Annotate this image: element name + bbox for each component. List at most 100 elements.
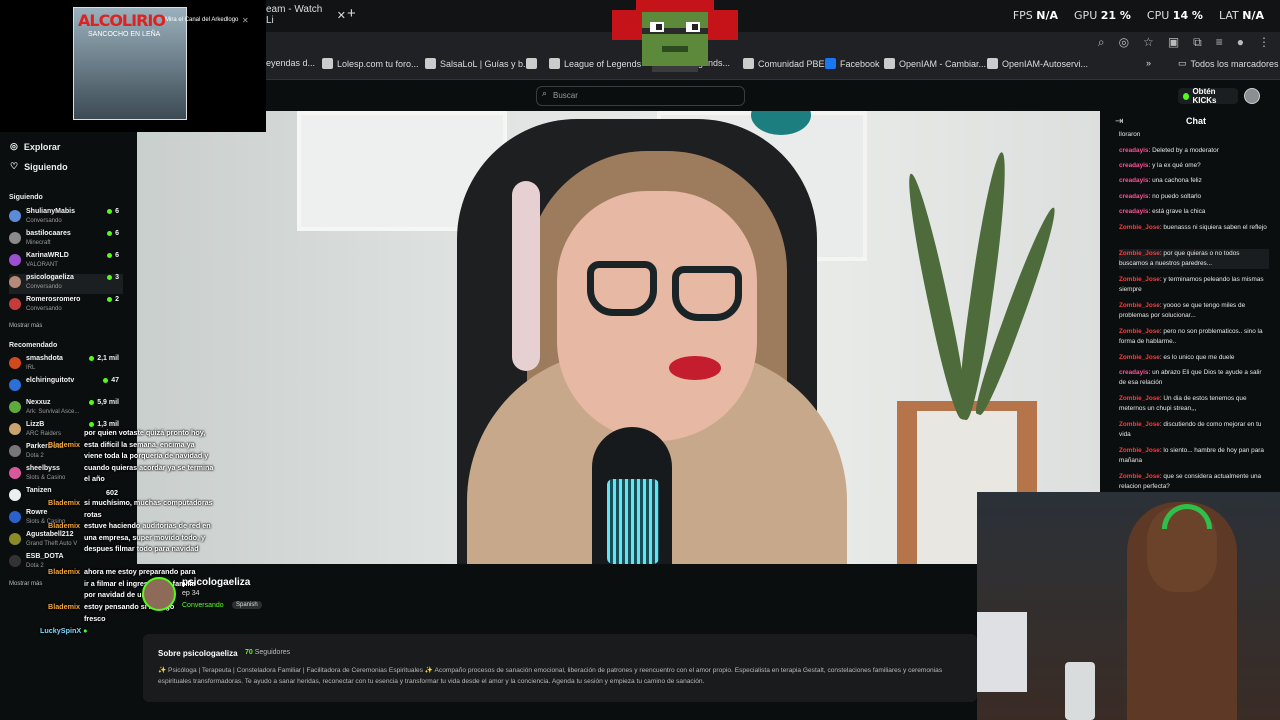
globe-icon [322, 58, 333, 69]
channel-avatar[interactable] [142, 577, 176, 611]
chat-username[interactable]: Zombie_Jose [1119, 354, 1160, 361]
overlay-chat-line: Blademix estoy pensando si lo hago fresco [48, 601, 196, 624]
chat-username[interactable]: creadayis [1119, 193, 1149, 200]
chat-message: Zombie_Jose: y terminamos peleando las m… [1119, 276, 1264, 293]
chat-username[interactable]: Zombie_Jose [1119, 250, 1160, 257]
live-dot-icon [107, 297, 113, 302]
chat-username[interactable]: creadayis [1119, 162, 1149, 169]
viewer-count: 2,1 mil [89, 355, 119, 362]
sidebar-channel[interactable]: Romerosromero Conversando 2 [9, 296, 123, 316]
channel-name[interactable]: psicologaeliza [182, 577, 250, 588]
collapse-chat-icon[interactable]: ⇥ [1115, 116, 1123, 127]
chat-username[interactable]: Zombie_Jose [1119, 276, 1160, 283]
chat-username[interactable]: creadayis [1119, 208, 1149, 215]
bookmark-item[interactable]: Facebook [825, 58, 880, 69]
glasses-lens [672, 266, 742, 321]
close-icon[interactable]: ✕ [337, 9, 346, 22]
close-icon[interactable]: ✕ [242, 16, 249, 25]
headphones [512, 181, 540, 371]
viewer-count-value: 2 [115, 296, 119, 303]
zoom-icon[interactable]: ⌕ [1098, 35, 1105, 50]
followers-count: 70 Seguidores [245, 649, 290, 656]
all-bookmarks[interactable]: ▭ Todos los marcadores [1178, 58, 1279, 69]
followers-label: Seguidores [254, 649, 291, 656]
get-kicks-button[interactable]: Obtén KICKs [1178, 87, 1238, 105]
bookmark-item[interactable]: OpenIAM-Autoservi... [987, 58, 1088, 69]
sidebar-channel[interactable]: bastilocaares Minecraft 6 [9, 230, 123, 250]
album-subtitle: SANCOCHO EN LEÑA [88, 31, 161, 38]
live-dot-icon [107, 209, 113, 214]
chat-username[interactable]: Zombie_Jose [1119, 421, 1160, 428]
chat-username[interactable]: creadayis [1119, 147, 1149, 154]
browser-tab[interactable]: eam - Watch Li ✕ [258, 4, 346, 26]
bookmark-item[interactable] [526, 58, 537, 69]
star-icon[interactable]: ☆ [1143, 35, 1154, 50]
bookmark-item[interactable]: Comunidad PBE [743, 58, 825, 69]
openiam-icon [884, 58, 895, 69]
cam-box [977, 612, 1027, 692]
profile-icon[interactable]: ● [1237, 35, 1244, 50]
channel-avatar [9, 423, 21, 435]
overlay-chat-text: estuve haciendo auditorias de red en una… [84, 521, 211, 553]
chat-username[interactable]: Zombie_Jose [1119, 395, 1160, 402]
about-title: Sobre psicologaeliza [158, 649, 238, 658]
language-badge[interactable]: Spanish [232, 601, 262, 609]
user-avatar[interactable] [1244, 88, 1260, 104]
chat-username[interactable]: creadayis [1119, 177, 1149, 184]
channel-category: IRL [26, 365, 36, 371]
kicks-icon [1183, 92, 1190, 100]
folder-icon: ▭ [1178, 58, 1187, 68]
show-more-recommended[interactable]: Mostrar más [9, 581, 42, 587]
eye-off-icon[interactable]: ◎ [1119, 35, 1129, 50]
sidebar-item-following[interactable]: ♡ Siguiendo [10, 161, 68, 172]
chat-username[interactable]: Zombie_Jose [1119, 328, 1160, 335]
extension-icon[interactable]: ▣ [1168, 35, 1179, 50]
overlay-chat-user: Blademix [48, 498, 80, 507]
search-input[interactable]: Buscar [536, 86, 745, 106]
stream-title: ep 34 [182, 590, 200, 597]
chat-username[interactable]: creadayis [1119, 369, 1149, 376]
viewer-count-value: 5,9 mil [97, 399, 119, 406]
sidebar-channel[interactable]: KarinaWRLD VALORANT 6 [9, 252, 123, 272]
chat-username[interactable]: Zombie_Jose [1119, 302, 1160, 309]
menu-dots-icon[interactable]: ⋮ [1258, 35, 1270, 50]
extensions-puzzle-icon[interactable]: ⧉ [1193, 35, 1202, 50]
chat-username[interactable]: Zombie_Jose [1119, 473, 1160, 480]
sidebar-channel[interactable]: elchiringuitotv 47 [9, 377, 123, 397]
cpu-readout: CPU 14 % [1146, 9, 1203, 22]
channel-category: VALORANT [26, 262, 58, 268]
sidebar-channel[interactable]: smashdota IRL 2,1 mil [9, 355, 123, 375]
chat-username[interactable]: Zombie_Jose [1119, 447, 1160, 454]
channel-name: elchiringuitotv [26, 377, 75, 384]
channel-category: Conversando [26, 218, 62, 224]
viewer-count-value: 3 [115, 274, 119, 281]
show-more-following[interactable]: Mostrar más [9, 323, 42, 329]
chat-text: está grave la chica [1152, 208, 1206, 215]
bookmark-item[interactable]: Lolesp.com tu foro... [322, 58, 419, 69]
bookmark-item[interactable]: eyendas d... [266, 58, 315, 68]
channel-avatar [9, 379, 21, 391]
bookmarks-overflow-icon[interactable]: » [1146, 58, 1151, 68]
channel-name: psicologaeliza [26, 274, 74, 281]
bookmark-item[interactable]: OpenIAM - Cambiar... [884, 58, 986, 69]
video-player[interactable] [137, 111, 1100, 564]
playlist-icon[interactable]: ≡ [1216, 35, 1223, 50]
sidebar-channel[interactable]: ShulianyMabis Conversando 6 [9, 208, 123, 228]
channel-name: bastilocaares [26, 230, 71, 237]
pbe-icon [743, 58, 754, 69]
bookmark-label: eyendas d... [266, 58, 316, 68]
site-icon [425, 58, 436, 69]
sidebar-channel[interactable]: psicologaeliza Conversando 3 [9, 274, 123, 294]
chat-username[interactable]: Zombie_Jose [1119, 224, 1160, 231]
channel-category: Minecraft [26, 240, 51, 246]
channel-name: LizzB [26, 421, 45, 428]
new-tab-icon[interactable]: + [347, 5, 356, 22]
kicks-label: Obtén KICKs [1192, 87, 1217, 105]
bookmark-item[interactable]: SalsaLoL | Guías y b... [425, 58, 531, 69]
sidebar-item-explore[interactable]: ◎ Explorar [10, 141, 60, 152]
sidebar-channel[interactable]: Nexxuz Ark: Survival Asce... 5,9 mil [9, 399, 123, 419]
stream-category[interactable]: Conversando [182, 602, 224, 609]
compass-icon: ◎ [10, 141, 18, 151]
heart-icon: ♡ [10, 161, 19, 171]
overlay-chat-text: si muchísimo, muchas computadoras rotas [84, 498, 213, 519]
